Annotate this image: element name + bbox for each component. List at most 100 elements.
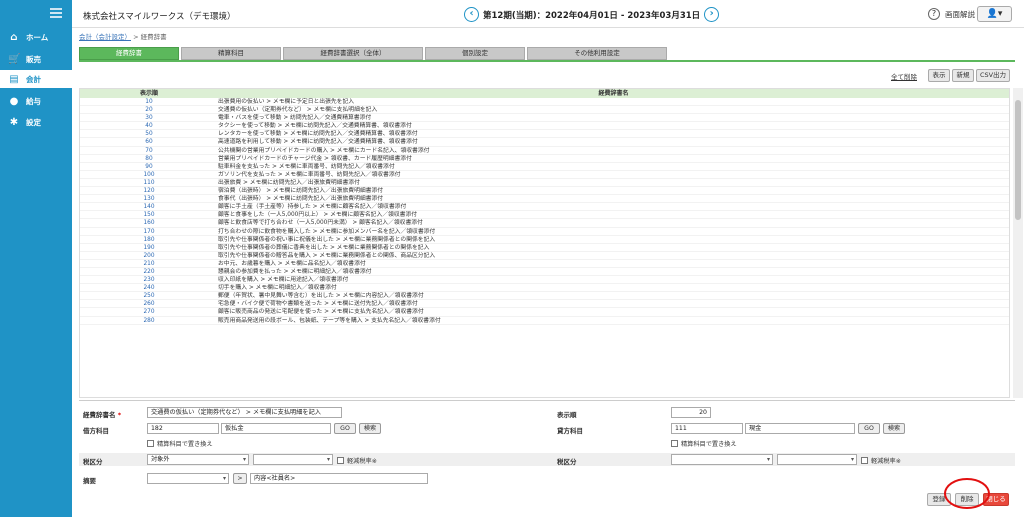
row-order[interactable]: 40 bbox=[80, 122, 218, 129]
table-row[interactable]: 230 収入印紙を購入 > メモ欄に用途記入／領収書添付 bbox=[80, 276, 1009, 285]
table-row[interactable]: 210 お中元、お歳暮を購入 > メモ欄に品名記入／領収書添付 bbox=[80, 260, 1009, 268]
debit-tax-select[interactable]: 対象外 bbox=[147, 454, 249, 465]
credit-replace-checkbox[interactable]: 精算科目で置き換え bbox=[671, 439, 737, 448]
table-row[interactable]: 140 顧客に手土産（手土産等）持参した > メモ欄に顧客名記入／領収書添付 bbox=[80, 203, 1009, 212]
order-input[interactable]: 20 bbox=[671, 407, 711, 418]
delete-all-link[interactable]: 全て削除 bbox=[891, 71, 917, 81]
credit-tax-select[interactable] bbox=[671, 454, 773, 465]
row-order[interactable]: 260 bbox=[80, 300, 218, 307]
row-order[interactable]: 130 bbox=[80, 195, 218, 202]
checkbox-box[interactable] bbox=[337, 457, 344, 464]
row-order[interactable]: 80 bbox=[80, 155, 218, 162]
table-row[interactable]: 150 顧客と食事をした（一人5,000円以上） > メモ欄に顧客名記入／領収書添… bbox=[80, 211, 1009, 220]
credit-name-input[interactable]: 現金 bbox=[745, 423, 855, 434]
table-row[interactable]: 10 出張費用の仮払い > メモ欄に予定日と出張先を記入 bbox=[80, 98, 1009, 107]
sidebar-item-payroll[interactable]: ● 給与 bbox=[0, 92, 72, 110]
debit-search-button[interactable]: 検索 bbox=[359, 423, 381, 434]
tab-expense-dictionary[interactable]: 経費辞書 bbox=[79, 47, 179, 60]
row-order[interactable]: 270 bbox=[80, 308, 218, 315]
debit-go-button[interactable]: GO bbox=[334, 423, 356, 434]
row-order[interactable]: 140 bbox=[80, 203, 218, 210]
scrollbar-thumb[interactable] bbox=[1015, 100, 1021, 220]
tab-individual-settings[interactable]: 個別設定 bbox=[425, 47, 525, 60]
table-row[interactable]: 60 高速道路を利用して移動 > メモ欄に訪問先記入／交通費精算書、領収書添付 bbox=[80, 138, 1009, 147]
table-row[interactable]: 110 出張旅費 > メモ欄に訪問先記入／出張旅費明細書添付 bbox=[80, 179, 1009, 188]
checkbox-box[interactable] bbox=[861, 457, 868, 464]
table-row[interactable]: 40 タクシーを使って移動 > メモ欄に訪問先記入／交通費精算書、領収書添付 bbox=[80, 122, 1009, 131]
table-row[interactable]: 30 電車・バスを使って移動 > 訪問先記入／交通費精算書添付 bbox=[80, 114, 1009, 123]
row-order[interactable]: 110 bbox=[80, 179, 218, 186]
memo-input[interactable]: 内容<社員名> bbox=[250, 473, 428, 484]
table-row[interactable]: 250 郵便（年賀状、暑中見舞い等含む）を出した > メモ欄に内容記入／領収書添付 bbox=[80, 292, 1009, 301]
debit-reduced-rate-checkbox[interactable]: 軽減税率※ bbox=[337, 456, 377, 465]
menu-toggle-icon[interactable] bbox=[50, 8, 62, 18]
row-order[interactable]: 280 bbox=[80, 317, 218, 324]
table-row[interactable]: 90 駐車料金を支払った > メモ欄に車両番号、訪問先記入／領収書添付 bbox=[80, 163, 1009, 171]
debit-tax-rate-select[interactable] bbox=[253, 454, 333, 465]
table-row[interactable]: 160 顧客と飲食店等で打ち合わせ（一人5,000円未満） > 顧客名記入／領収書… bbox=[80, 219, 1009, 228]
row-order[interactable]: 100 bbox=[80, 171, 218, 178]
credit-go-button[interactable]: GO bbox=[858, 423, 880, 434]
row-order[interactable]: 150 bbox=[80, 211, 218, 218]
table-row[interactable]: 260 宅急便・バイク便で荷物や書類を送った > メモ欄に送付先記入／領収書添付 bbox=[80, 300, 1009, 309]
new-button[interactable]: 新規 bbox=[952, 69, 974, 82]
csv-export-button[interactable]: CSV出力 bbox=[976, 69, 1010, 82]
prev-period-icon[interactable]: ‹ bbox=[464, 7, 479, 22]
breadcrumb-link[interactable]: 会計（会計設定） bbox=[79, 33, 131, 41]
sidebar-item-sales[interactable]: 🛒 販売 bbox=[0, 50, 72, 68]
row-order[interactable]: 90 bbox=[80, 163, 218, 170]
row-order[interactable]: 20 bbox=[80, 106, 218, 113]
table-row[interactable]: 220 懇親会の参加費を払った > メモ欄に明細記入／領収書添付 bbox=[80, 268, 1009, 277]
memo-template-select[interactable] bbox=[147, 473, 229, 484]
table-row[interactable]: 130 食事代（出張時） > メモ欄に訪問先記入／出張旅費明細書添付 bbox=[80, 195, 1009, 204]
sidebar-item-accounting[interactable]: ▤ 会計 bbox=[0, 70, 72, 88]
table-row[interactable]: 180 取引先や仕事関係者の祝い事に祝儀を出した > メモ欄に業務関係者との関係を… bbox=[80, 236, 1009, 244]
row-order[interactable]: 10 bbox=[80, 98, 218, 105]
row-order[interactable]: 30 bbox=[80, 114, 218, 121]
table-row[interactable]: 50 レンタカーを使って移動 > メモ欄に訪問先記入／交通費精算書、領収書添付 bbox=[80, 130, 1009, 139]
table-row[interactable]: 100 ガソリン代を支払った > メモ欄に車両番号、訪問先記入／領収書添付 bbox=[80, 171, 1009, 179]
table-row[interactable]: 190 取引先や仕事関係者の葬儀に香典を出した > メモ欄に業務関係者との関係を記… bbox=[80, 244, 1009, 252]
memo-insert-button[interactable]: > bbox=[233, 473, 247, 484]
row-order[interactable]: 200 bbox=[80, 252, 218, 259]
table-row[interactable]: 20 交通費の仮払い（定期券代など） > メモ欄に支払明細を記入 bbox=[80, 106, 1009, 115]
user-menu-button[interactable]: 👤▾ bbox=[977, 6, 1012, 22]
tab-other-settings[interactable]: その他利用設定 bbox=[527, 47, 667, 60]
tab-dictionary-selection[interactable]: 経費辞書選択（全体） bbox=[283, 47, 423, 60]
row-order[interactable]: 50 bbox=[80, 130, 218, 137]
table-row[interactable]: 270 顧客に販売商品の発送に宅配便を使った > メモ欄に支払先名記入／領収書添付 bbox=[80, 308, 1009, 317]
table-row[interactable]: 70 公共機関の営業用プリペイドカードの購入 > メモ欄にカード名記入、領収書添付 bbox=[80, 147, 1009, 155]
sidebar-item-home[interactable]: ⌂ ホーム bbox=[0, 28, 72, 46]
row-order[interactable]: 250 bbox=[80, 292, 218, 299]
debit-code-input[interactable]: 182 bbox=[147, 423, 219, 434]
credit-code-input[interactable]: 111 bbox=[671, 423, 743, 434]
dictionary-name-input[interactable]: 交通費の仮払い（定期券代など） > メモ欄に支払明細を記入 bbox=[147, 407, 342, 418]
table-row[interactable]: 280 販売用商品発送用の段ボール、包装紙、テープ等を購入 > 支払先名記入／領収… bbox=[80, 317, 1009, 325]
row-order[interactable]: 170 bbox=[80, 228, 218, 235]
table-row[interactable]: 80 営業用プリペイドカードのチャージ代金 > 領収書、カード履歴明細書添付 bbox=[80, 155, 1009, 163]
row-order[interactable]: 210 bbox=[80, 260, 218, 267]
help-link[interactable]: ? 画面解説 bbox=[928, 8, 975, 20]
row-order[interactable]: 160 bbox=[80, 219, 218, 226]
credit-reduced-rate-checkbox[interactable]: 軽減税率※ bbox=[861, 456, 901, 465]
table-row[interactable]: 240 切手を購入 > メモ欄に明細記入／領収書添付 bbox=[80, 284, 1009, 293]
row-order[interactable]: 190 bbox=[80, 244, 218, 251]
tab-settlement-accounts[interactable]: 精算科目 bbox=[181, 47, 281, 60]
checkbox-box[interactable] bbox=[147, 440, 154, 447]
credit-tax-rate-select[interactable] bbox=[777, 454, 857, 465]
table-row[interactable]: 120 宿泊費（出張時） > メモ欄に訪問先記入／出張旅費明細書添付 bbox=[80, 187, 1009, 196]
show-button[interactable]: 表示 bbox=[928, 69, 950, 82]
row-order[interactable]: 220 bbox=[80, 268, 218, 275]
sidebar-item-settings[interactable]: ✱ 設定 bbox=[0, 113, 72, 131]
row-order[interactable]: 240 bbox=[80, 284, 218, 291]
credit-search-button[interactable]: 検索 bbox=[883, 423, 905, 434]
table-row[interactable]: 170 打ち合わせの際に飲食物を購入した > メモ欄に参加メンバー名を記入／領収書… bbox=[80, 228, 1009, 236]
checkbox-box[interactable] bbox=[671, 440, 678, 447]
row-order[interactable]: 70 bbox=[80, 147, 218, 154]
row-order[interactable]: 60 bbox=[80, 138, 218, 145]
next-period-icon[interactable]: › bbox=[704, 7, 720, 22]
row-order[interactable]: 120 bbox=[80, 187, 218, 194]
row-order[interactable]: 180 bbox=[80, 236, 218, 243]
debit-name-input[interactable]: 仮払金 bbox=[221, 423, 331, 434]
table-row[interactable]: 200 取引先や仕事関係者の贈答品を購入 > メモ欄に業務関係者との関係、商品区分… bbox=[80, 252, 1009, 260]
